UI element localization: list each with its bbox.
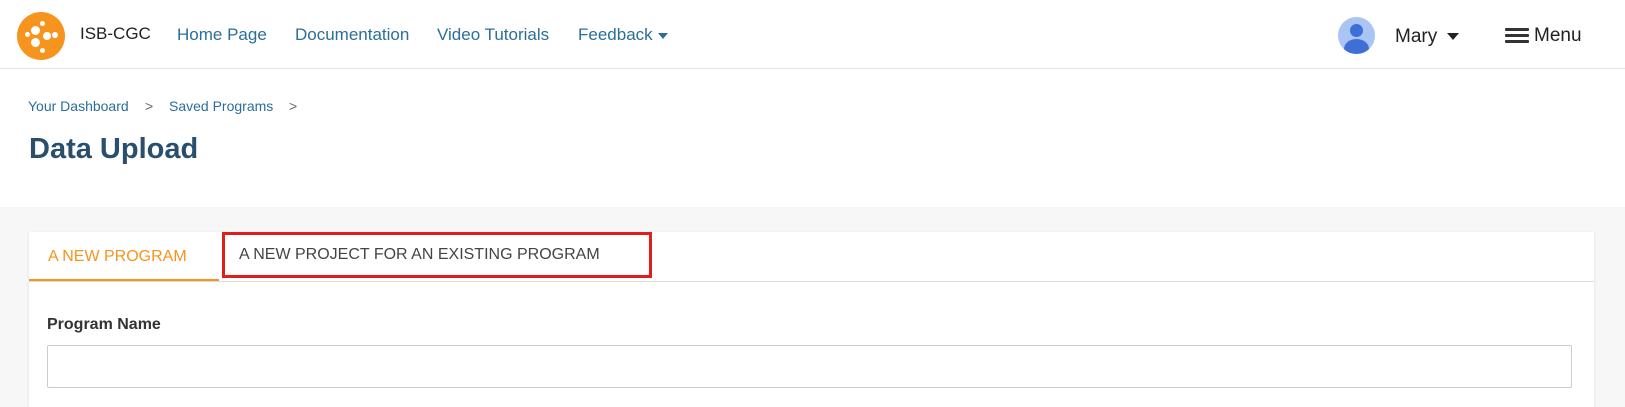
breadcrumb-saved-programs[interactable]: Saved Programs bbox=[169, 98, 273, 114]
brand-name[interactable]: ISB-CGC bbox=[80, 24, 151, 44]
user-menu-name[interactable]: Mary bbox=[1395, 26, 1437, 48]
upload-panel: A NEW PROGRAM A NEW PROJECT FOR AN EXIST… bbox=[29, 232, 1594, 407]
nav-link-home[interactable]: Home Page bbox=[177, 25, 267, 45]
user-avatar-icon[interactable] bbox=[1338, 17, 1375, 54]
tab-new-project-existing-program[interactable]: A NEW PROJECT FOR AN EXISTING PROGRAM bbox=[222, 232, 652, 278]
breadcrumb-separator: > bbox=[145, 98, 154, 114]
nav-feedback-dropdown[interactable]: Feedback bbox=[578, 25, 668, 45]
breadcrumb-your-dashboard[interactable]: Your Dashboard bbox=[28, 98, 129, 114]
top-navbar: ISB-CGC Home Page Documentation Video Tu… bbox=[0, 0, 1625, 69]
isb-cgc-logo-icon[interactable] bbox=[17, 12, 65, 60]
page-header bbox=[0, 69, 1625, 207]
nav-link-video-tutorials[interactable]: Video Tutorials bbox=[437, 25, 549, 45]
tab-bar: A NEW PROGRAM A NEW PROJECT FOR AN EXIST… bbox=[29, 232, 1594, 282]
tab-new-program[interactable]: A NEW PROGRAM bbox=[29, 232, 219, 281]
breadcrumb-separator: > bbox=[289, 98, 298, 114]
program-name-input[interactable] bbox=[47, 345, 1572, 388]
menu-button[interactable]: Menu bbox=[1534, 25, 1582, 47]
chevron-down-icon[interactable] bbox=[1447, 33, 1459, 40]
hamburger-menu-icon[interactable] bbox=[1505, 28, 1529, 44]
chevron-down-icon bbox=[657, 32, 668, 39]
program-name-label: Program Name bbox=[47, 316, 161, 333]
page-title: Data Upload bbox=[29, 133, 199, 165]
nav-link-documentation[interactable]: Documentation bbox=[295, 25, 409, 45]
nav-link-feedback-label: Feedback bbox=[578, 25, 653, 44]
